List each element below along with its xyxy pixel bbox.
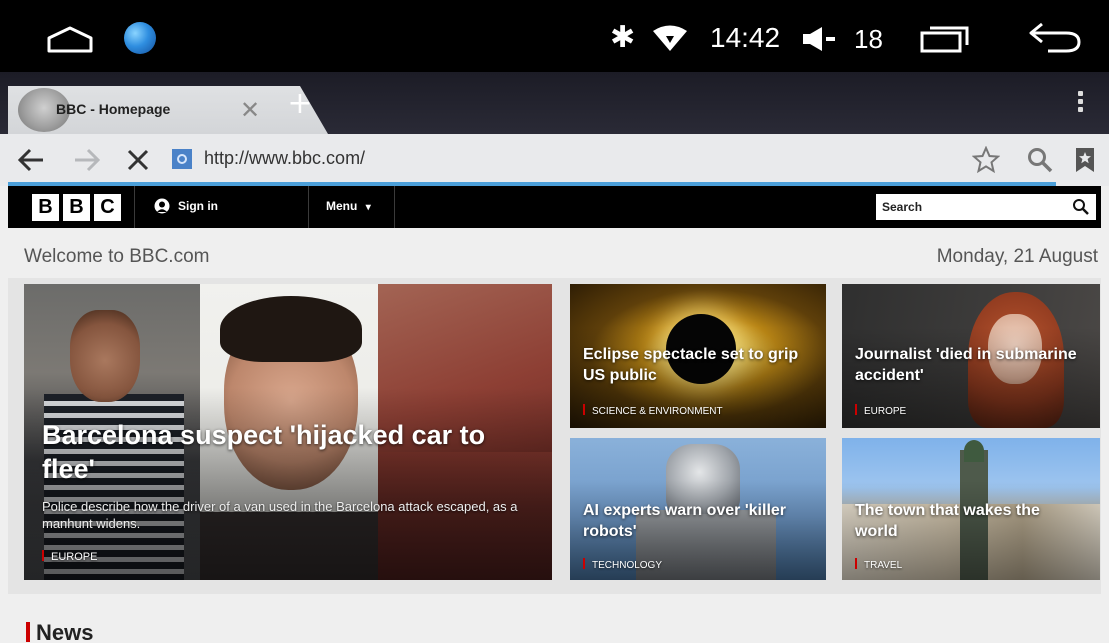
story-section-tag[interactable]: EUROPE	[855, 404, 906, 417]
story-section-tag[interactable]: TECHNOLOGY	[583, 558, 662, 571]
hero-story-card[interactable]: Barcelona suspect 'hijacked car to flee'…	[24, 284, 552, 580]
close-tab-icon[interactable]: ✕	[240, 96, 260, 124]
recent-apps-icon[interactable]	[920, 25, 970, 53]
search-icon[interactable]	[1072, 198, 1090, 216]
web-page: B B C Sign in Menu ▾ Welcome to BB	[0, 186, 1109, 643]
story-card-eclipse[interactable]: Eclipse spectacle set to grip US public …	[570, 284, 826, 428]
forward-arrow-icon[interactable]	[72, 145, 102, 175]
star-bookmark-icon[interactable]	[972, 146, 1000, 174]
new-tab-button[interactable]: +	[280, 84, 320, 124]
logo-letter: C	[94, 194, 121, 221]
menu-button[interactable]: Menu ▾	[326, 199, 371, 213]
bookmarks-icon[interactable]	[1074, 147, 1096, 173]
news-section-heading[interactable]: News	[26, 620, 93, 643]
story-headline[interactable]: Journalist 'died in submarine accident'	[855, 344, 1087, 386]
bbc-logo[interactable]: B B C	[32, 194, 121, 221]
story-card-town[interactable]: The town that wakes the world TRAVEL	[842, 438, 1100, 580]
bluetooth-icon: ✱	[610, 20, 636, 55]
hero-summary: Police describe how the driver of a van …	[42, 499, 518, 531]
site-identity-icon[interactable]	[172, 149, 192, 169]
story-headline[interactable]: The town that wakes the world	[855, 500, 1087, 542]
overflow-menu-icon[interactable]	[1070, 88, 1090, 118]
story-section-tag[interactable]: SCIENCE & ENVIRONMENT	[583, 404, 723, 417]
hero-headline[interactable]: Barcelona suspect 'hijacked car to flee'	[42, 418, 522, 486]
menu-label: Menu	[326, 199, 358, 213]
sign-in-link[interactable]: Sign in	[154, 198, 218, 214]
story-card-robots[interactable]: AI experts warn over 'killer robots' TEC…	[570, 438, 826, 580]
sign-in-label: Sign in	[178, 199, 218, 213]
clock: 14:42	[710, 22, 781, 53]
hero-section-tag[interactable]: EUROPE	[42, 550, 97, 563]
home-icon[interactable]	[46, 25, 94, 53]
volume-level: 18	[854, 24, 883, 54]
logo-letter: B	[63, 194, 90, 221]
bbc-nav-bar: B B C Sign in Menu ▾	[8, 186, 1101, 228]
find-in-page-icon[interactable]	[1026, 146, 1054, 174]
status-bar: ✱ 14:42 18	[0, 0, 1109, 72]
chevron-down-icon: ▾	[365, 202, 371, 213]
tab-title: BBC - Homepage	[56, 101, 171, 117]
nav-divider	[308, 186, 309, 228]
browser-globe-icon[interactable]	[124, 22, 156, 54]
back-icon[interactable]	[1028, 20, 1082, 54]
story-section-tag[interactable]: TRAVEL	[855, 558, 902, 571]
url-field[interactable]: http://www.bbc.com/	[204, 148, 365, 169]
welcome-message: Welcome to BBC.com	[24, 246, 210, 267]
back-arrow-icon[interactable]	[16, 145, 46, 175]
address-bar: http://www.bbc.com/	[0, 134, 1109, 186]
current-date: Monday, 21 August	[936, 246, 1098, 267]
story-card-journalist[interactable]: Journalist 'died in submarine accident' …	[842, 284, 1100, 428]
search-input[interactable]	[882, 197, 1062, 217]
volume-icon[interactable]	[802, 26, 836, 52]
wifi-icon	[653, 25, 687, 51]
story-headline[interactable]: Eclipse spectacle set to grip US public	[583, 344, 815, 386]
nav-divider	[394, 186, 395, 228]
story-headline[interactable]: AI experts warn over 'killer robots'	[583, 500, 815, 542]
logo-letter: B	[32, 194, 59, 221]
nav-divider	[134, 186, 135, 228]
stop-loading-icon[interactable]	[124, 146, 152, 174]
tab-strip: BBC - Homepage ✕	[0, 72, 1109, 134]
bbc-search-box	[876, 194, 1096, 220]
user-icon	[154, 198, 170, 214]
